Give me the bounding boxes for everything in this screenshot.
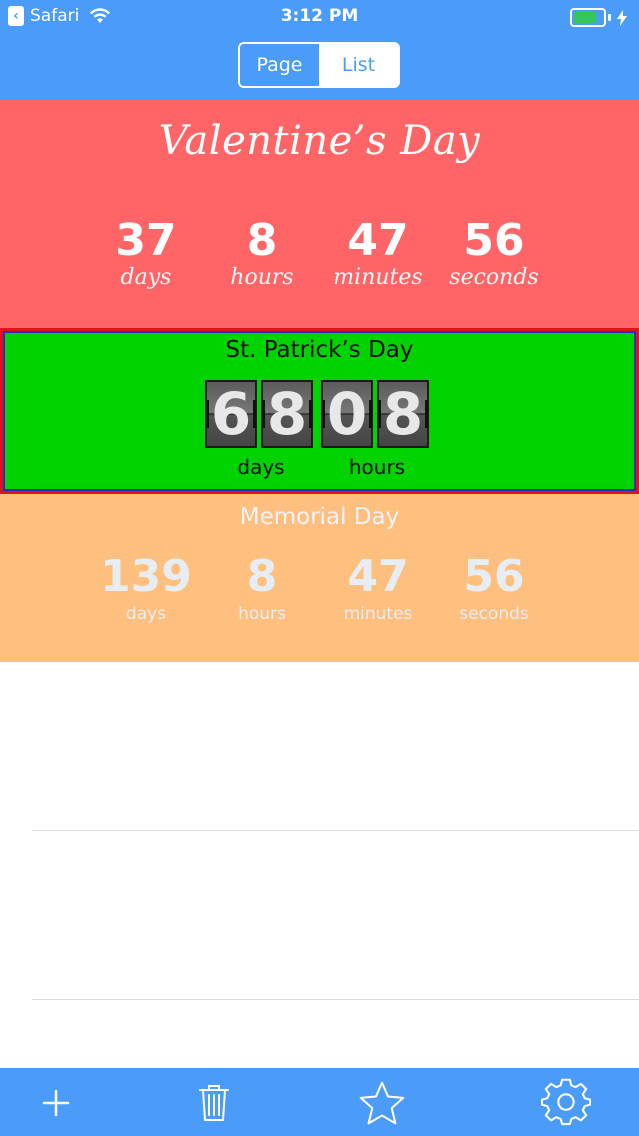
countdown-days: 37 days (86, 100, 206, 290)
battery-icon (570, 8, 606, 27)
flip-counter-label: days (237, 455, 285, 479)
plus-icon (42, 1089, 70, 1117)
trash-icon (199, 1085, 229, 1121)
empty-list-area (0, 662, 639, 1068)
countdown-label: hours (238, 604, 286, 624)
navigation-bar: Page List (0, 36, 639, 100)
segment-list[interactable]: List (319, 44, 398, 86)
row-separator (32, 830, 639, 831)
settings-button[interactable] (541, 1078, 591, 1128)
countdown-hours: 8 hours (202, 494, 322, 626)
bottom-toolbar (0, 1068, 639, 1136)
gear-icon (541, 1078, 591, 1126)
countdown-label: days (125, 604, 167, 624)
flip-digit: 8 (261, 380, 313, 448)
countdown-value: 56 (463, 215, 525, 266)
battery-nub (608, 14, 611, 21)
status-bar: ‹ Safari 3:12 PM (0, 0, 639, 36)
countdown-value: 139 (100, 551, 192, 602)
countdown-value: 37 (115, 215, 177, 266)
countdown-label: hours (230, 265, 294, 290)
countdown-value: 47 (347, 551, 409, 602)
flip-counter-hours: 0 8 (321, 380, 429, 448)
segment-page[interactable]: Page (240, 44, 319, 86)
battery-indicator (570, 8, 627, 27)
countdown-value: 8 (246, 551, 278, 602)
flip-counter-label: hours (348, 455, 406, 479)
countdown-label: minutes (343, 604, 413, 624)
countdown-label: minutes (333, 265, 423, 290)
countdown-label: seconds (449, 265, 539, 290)
charging-bolt-icon (617, 9, 627, 26)
favorite-button[interactable] (357, 1078, 407, 1128)
delete-event-button[interactable] (189, 1078, 239, 1128)
event-title: St. Patrick’s Day (225, 337, 414, 363)
event-card-valentines-day[interactable]: Valentine’s Day 37 days 8 hours 47 minut… (0, 100, 639, 328)
countdown-hours: 8 hours (202, 100, 322, 290)
flip-digit: 8 (377, 380, 429, 448)
countdown-minutes: 47 minutes (318, 494, 438, 626)
row-separator (32, 999, 639, 1000)
battery-level (574, 12, 596, 23)
countdown-seconds: 56 seconds (434, 494, 554, 626)
event-card-memorial-day[interactable]: Memorial Day 139 days 8 hours 47 minutes… (0, 494, 639, 662)
flip-digit: 0 (321, 380, 373, 448)
countdown-seconds: 56 seconds (434, 100, 554, 290)
flip-counter-days: 6 8 (205, 380, 313, 448)
countdown-label: seconds (459, 604, 529, 624)
star-icon (359, 1081, 405, 1125)
countdown-value: 56 (463, 551, 525, 602)
clock: 3:12 PM (280, 6, 359, 26)
countdown-days: 139 days (86, 494, 206, 626)
countdown-label: days (120, 265, 172, 290)
add-event-button[interactable] (31, 1078, 81, 1128)
view-mode-segmented-control: Page List (238, 42, 400, 88)
flip-digit: 6 (205, 380, 257, 448)
event-card-st-patricks-day-selected[interactable]: St. Patrick’s Day 6 8 days 0 8 hours (0, 328, 639, 494)
countdown-value: 8 (246, 215, 278, 266)
countdown-value: 47 (347, 215, 409, 266)
countdown-minutes: 47 minutes (318, 100, 438, 290)
